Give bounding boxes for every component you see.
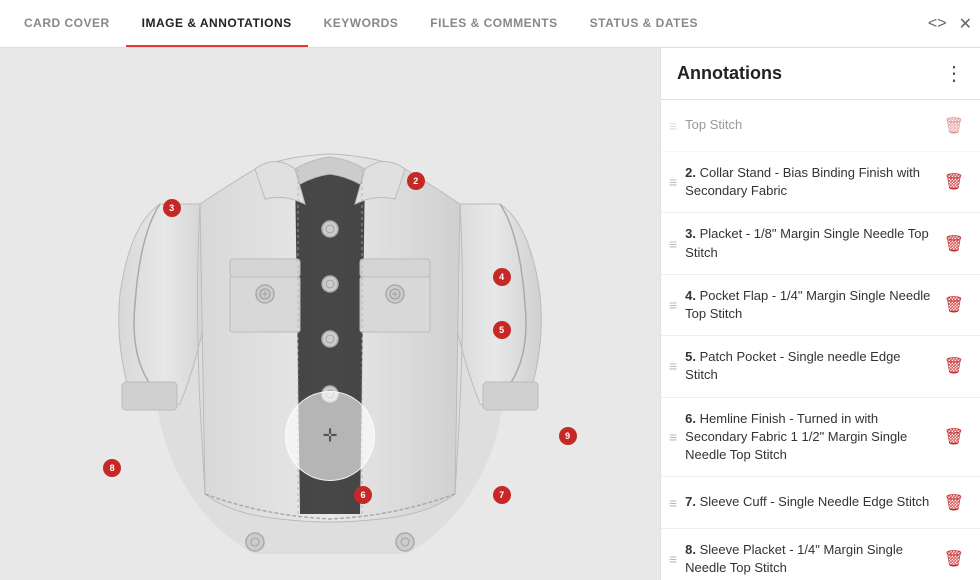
delete-annotation-button[interactable]: 🗑	[940, 293, 968, 317]
annotation-item: ≡ 2. Collar Stand - Bias Binding Finish …	[661, 152, 980, 213]
annotation-dot-2[interactable]: 2	[407, 172, 425, 190]
drag-handle[interactable]: ≡	[669, 429, 677, 445]
drag-handle[interactable]: ≡	[669, 174, 677, 190]
annotation-dot-8[interactable]: 8	[103, 459, 121, 477]
magnifier	[285, 391, 375, 481]
jacket-image	[0, 48, 660, 580]
annotation-text: 7. Sleeve Cuff - Single Needle Edge Stit…	[685, 493, 932, 511]
header-icons: <> ✕	[928, 14, 972, 34]
tab-image-annotations[interactable]: IMAGE & ANNOTATIONS	[126, 0, 308, 47]
annotation-item: ≡ 8. Sleeve Placket - 1/4" Margin Single…	[661, 529, 980, 580]
annotation-dot-9[interactable]: 9	[559, 427, 577, 445]
delete-annotation-button[interactable]: 🗑	[940, 170, 968, 194]
tab-status-dates[interactable]: STATUS & DATES	[574, 0, 714, 47]
annotation-text: 6. Hemline Finish - Turned in with Secon…	[685, 410, 932, 465]
annotation-dot-7[interactable]: 7	[493, 486, 511, 504]
annotation-text: Top Stitch	[685, 116, 932, 134]
annotations-header: Annotations ⋮	[661, 48, 980, 100]
code-icon[interactable]: <>	[928, 15, 947, 33]
image-panel[interactable]: 2 3 4 5 6 7 8 9 ✛	[0, 48, 660, 580]
drag-handle[interactable]: ≡	[669, 297, 677, 313]
annotation-dot-6[interactable]: 6	[354, 486, 372, 504]
annotation-dot-5[interactable]: 5	[493, 321, 511, 339]
delete-annotation-button[interactable]: 🗑	[940, 425, 968, 449]
annotation-dot-4[interactable]: 4	[493, 268, 511, 286]
annotation-text: 8. Sleeve Placket - 1/4" Margin Single N…	[685, 541, 932, 577]
annotation-text: 4. Pocket Flap - 1/4" Margin Single Need…	[685, 287, 932, 323]
delete-annotation-button[interactable]: 🗑	[940, 114, 968, 138]
annotation-dot-3[interactable]: 3	[163, 199, 181, 217]
tab-keywords[interactable]: KEYWORDS	[308, 0, 415, 47]
annotation-item: ≡ 4. Pocket Flap - 1/4" Margin Single Ne…	[661, 275, 980, 336]
annotation-item: ≡ 6. Hemline Finish - Turned in with Sec…	[661, 398, 980, 478]
drag-handle[interactable]: ≡	[669, 236, 677, 252]
main-content: 2 3 4 5 6 7 8 9 ✛ Annotations ⋮ ≡ Top St…	[0, 48, 980, 580]
annotations-list: ≡ Top Stitch 🗑 ≡ 2. Collar Stand - Bias …	[661, 100, 980, 580]
tab-bar: CARD COVER IMAGE & ANNOTATIONS KEYWORDS …	[0, 0, 980, 48]
delete-annotation-button[interactable]: 🗑	[940, 354, 968, 378]
annotation-item: ≡ Top Stitch 🗑	[661, 100, 980, 152]
drag-handle[interactable]: ≡	[669, 495, 677, 511]
annotation-text: 3. Placket - 1/8" Margin Single Needle T…	[685, 225, 932, 261]
annotation-item: ≡ 3. Placket - 1/8" Margin Single Needle…	[661, 213, 980, 274]
delete-annotation-button[interactable]: 🗑	[940, 491, 968, 515]
tab-card-cover[interactable]: CARD COVER	[8, 0, 126, 47]
delete-annotation-button[interactable]: 🗑	[940, 232, 968, 256]
drag-handle[interactable]: ≡	[669, 551, 677, 567]
annotations-menu-button[interactable]: ⋮	[944, 61, 964, 86]
tab-files-comments[interactable]: FILES & COMMENTS	[414, 0, 573, 47]
app-container: CARD COVER IMAGE & ANNOTATIONS KEYWORDS …	[0, 0, 980, 580]
drag-handle[interactable]: ≡	[669, 118, 677, 134]
delete-annotation-button[interactable]: 🗑	[940, 547, 968, 571]
drag-handle[interactable]: ≡	[669, 358, 677, 374]
annotation-item: ≡ 7. Sleeve Cuff - Single Needle Edge St…	[661, 477, 980, 529]
close-icon[interactable]: ✕	[959, 14, 972, 34]
annotations-title: Annotations	[677, 63, 782, 84]
annotation-text: 5. Patch Pocket - Single needle Edge Sti…	[685, 348, 932, 384]
annotation-item: ≡ 5. Patch Pocket - Single needle Edge S…	[661, 336, 980, 397]
annotation-text: 2. Collar Stand - Bias Binding Finish wi…	[685, 164, 932, 200]
annotations-panel: Annotations ⋮ ≡ Top Stitch 🗑 ≡ 2. Collar…	[660, 48, 980, 580]
